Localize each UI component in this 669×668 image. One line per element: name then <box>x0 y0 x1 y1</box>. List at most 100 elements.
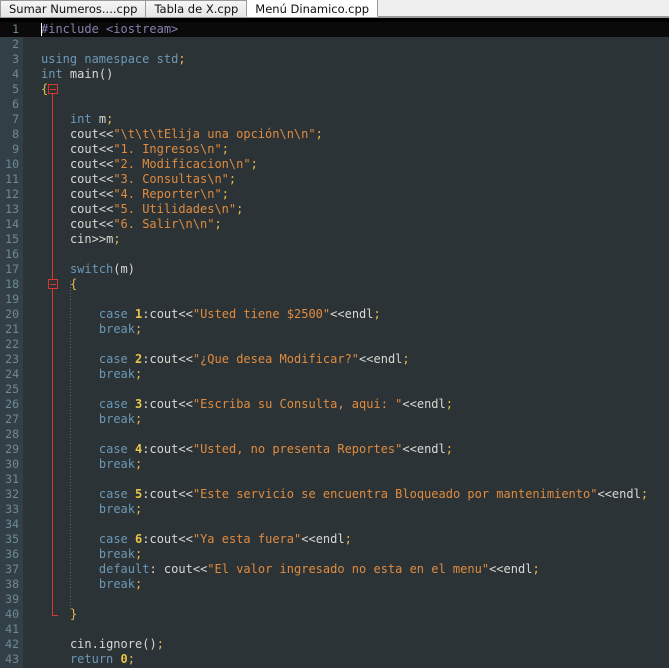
code-line[interactable]: 39 <box>0 592 669 607</box>
code-line[interactable]: 23 case 2:cout<<"¿Que desea Modificar?"<… <box>0 352 669 367</box>
code-line[interactable]: 27 break; <box>0 412 669 427</box>
line-number: 6 <box>12 97 19 111</box>
code-line[interactable]: 35 case 6:cout<<"Ya esta fuera"<<endl; <box>0 532 669 547</box>
code-line[interactable]: 7 int m; <box>0 112 669 127</box>
line-number: 18 <box>5 277 19 291</box>
code-text: cout<<"1. Ingresos\n"; <box>69 142 229 156</box>
code-line[interactable]: 40 } <box>0 607 669 622</box>
line-number: 15 <box>5 232 19 246</box>
code-line[interactable]: 43 return 0; <box>0 652 669 667</box>
line-number: 26 <box>5 397 19 411</box>
code-line[interactable]: 33 break; <box>0 502 669 517</box>
editor-tab-1[interactable]: Sumar Numeros....cpp <box>0 0 147 17</box>
line-number: 36 <box>5 547 19 561</box>
line-number: 19 <box>5 292 19 306</box>
line-number: 20 <box>5 307 19 321</box>
line-number: 38 <box>5 577 19 591</box>
line-number: 31 <box>5 472 19 486</box>
line-number: 24 <box>5 367 19 381</box>
line-number: 35 <box>5 532 19 546</box>
line-number: 11 <box>5 172 19 186</box>
line-number: 3 <box>12 52 19 66</box>
code-line[interactable]: 25 <box>0 382 669 397</box>
code-line[interactable]: 41 <box>0 622 669 637</box>
code-text: break; <box>98 322 143 336</box>
line-number: 13 <box>5 202 19 216</box>
code-line[interactable]: 18 { <box>0 277 669 292</box>
line-number: 1 <box>12 22 19 36</box>
line-number: 22 <box>5 337 19 351</box>
code-line[interactable]: 10 cout<<"2. Modificacion\n"; <box>0 157 669 172</box>
code-line[interactable]: 21 break; <box>0 322 669 337</box>
code-line[interactable]: 5{ <box>0 82 669 97</box>
editor-tab-3[interactable]: Menú Dinamico.cpp <box>246 0 379 17</box>
line-number: 8 <box>12 127 19 141</box>
line-number: 28 <box>5 427 19 441</box>
code-line[interactable]: 14 cout<<"6. Salir\n\n"; <box>0 217 669 232</box>
code-text: case 3:cout<<"Escriba su Consulta, aqui:… <box>98 397 453 411</box>
code-line[interactable]: 29 case 4:cout<<"Usted, no presenta Repo… <box>0 442 669 457</box>
editor-tab-2[interactable]: Tabla de X.cpp <box>145 0 248 17</box>
code-text: #include <iostream> <box>41 22 179 36</box>
line-number: 32 <box>5 487 19 501</box>
line-number: 10 <box>5 157 19 171</box>
code-line[interactable]: 2 <box>0 37 669 52</box>
code-line[interactable]: 3 using namespace std; <box>0 52 669 67</box>
line-number: 2 <box>12 37 19 51</box>
text-caret <box>41 23 42 36</box>
line-number: 14 <box>5 217 19 231</box>
line-number: 33 <box>5 502 19 516</box>
code-text: case 4:cout<<"Usted, no presenta Reporte… <box>98 442 453 456</box>
code-line[interactable]: 12 cout<<"4. Reporter\n"; <box>0 187 669 202</box>
code-line[interactable]: 28 <box>0 427 669 442</box>
code-text: break; <box>98 412 143 426</box>
code-line[interactable]: 34 <box>0 517 669 532</box>
code-line[interactable]: 22 <box>0 337 669 352</box>
line-number: 23 <box>5 352 19 366</box>
code-line[interactable]: 30 break; <box>0 457 669 472</box>
code-line[interactable]: 15 cin>>m; <box>0 232 669 247</box>
tab-bar-empty-area <box>377 0 669 17</box>
code-line[interactable]: 20 case 1:cout<<"Usted tiene $2500"<<end… <box>0 307 669 322</box>
code-line[interactable]: 37 default: cout<<"El valor ingresado no… <box>0 562 669 577</box>
line-number: 16 <box>5 247 19 261</box>
line-number: 12 <box>5 187 19 201</box>
code-line[interactable]: 8 cout<<"\t\t\tElija una opción\n\n"; <box>0 127 669 142</box>
code-line[interactable]: 6 <box>0 97 669 112</box>
editor-tab-bar: Sumar Numeros....cpp Tabla de X.cpp Menú D… <box>0 0 669 18</box>
code-line[interactable]: 16 <box>0 247 669 262</box>
code-line[interactable]: 38 break; <box>0 577 669 592</box>
code-text: int m; <box>69 112 114 126</box>
code-line[interactable]: 1 #include <iostream> <box>0 22 669 37</box>
code-text: cout<<"2. Modificacion\n"; <box>69 157 258 171</box>
code-line[interactable]: 13 cout<<"5. Utilidades\n"; <box>0 202 669 217</box>
code-line[interactable]: 36 break; <box>0 547 669 562</box>
code-line[interactable]: 11 cout<<"3. Consultas\n"; <box>0 172 669 187</box>
code-line[interactable]: 24 break; <box>0 367 669 382</box>
code-line[interactable]: 42 cin.ignore(); <box>0 637 669 652</box>
code-line[interactable]: 9 cout<<"1. Ingresos\n"; <box>0 142 669 157</box>
code-line[interactable]: 32 case 5:cout<<"Este servicio se encuen… <box>0 487 669 502</box>
code-text: case 5:cout<<"Este servicio se encuentra… <box>98 487 649 501</box>
line-number: 27 <box>5 412 19 426</box>
code-text: cout<<"6. Salir\n\n"; <box>69 217 222 231</box>
code-line[interactable]: 31 <box>0 472 669 487</box>
code-text: using namespace std; <box>41 52 186 66</box>
code-line[interactable]: 19 <box>0 292 669 307</box>
line-number: 37 <box>5 562 19 576</box>
line-number: 34 <box>5 517 19 531</box>
line-number: 5 <box>12 82 19 96</box>
line-number: 9 <box>12 142 19 156</box>
code-line[interactable]: 17 switch(m) <box>0 262 669 277</box>
editor-surface[interactable]: 1 #include <iostream> 2 3 using namespace st… <box>0 22 669 668</box>
code-text: cout<<"3. Consultas\n"; <box>69 172 237 186</box>
code-line[interactable]: 26 case 3:cout<<"Escriba su Consulta, aq… <box>0 397 669 412</box>
line-number: 42 <box>5 637 19 651</box>
code-line[interactable]: 4 int main() <box>0 67 669 82</box>
code-text: break; <box>98 547 143 561</box>
code-text: { <box>41 82 49 96</box>
code-text: break; <box>98 577 143 591</box>
code-text: cout<<"\t\t\tElija una opción\n\n"; <box>69 127 323 141</box>
line-number: 29 <box>5 442 19 456</box>
code-text: default: cout<<"El valor ingresado no es… <box>98 562 540 576</box>
